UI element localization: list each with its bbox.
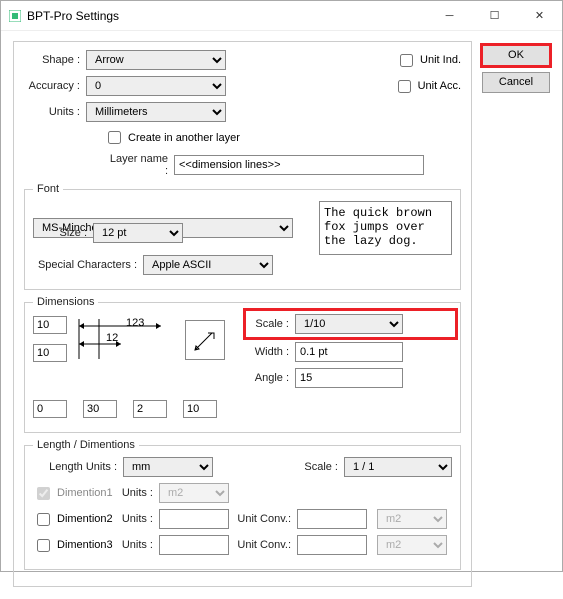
font-group: Font MS-Mincho The quick brown fox jumps…: [24, 183, 461, 290]
length-units-label: Length Units :: [33, 461, 123, 473]
len-scale-label: Scale :: [298, 461, 344, 473]
length-units-select[interactable]: mm: [123, 457, 213, 477]
font-legend: Font: [33, 183, 63, 195]
dim-v1-input[interactable]: [33, 316, 67, 334]
length-group: Length / Dimentions Length Units : mm Sc…: [24, 439, 461, 570]
d3-conv-input[interactable]: [297, 535, 367, 555]
window-controls: ─ ☐ ✕: [427, 1, 562, 30]
dim-b4-input[interactable]: [183, 400, 217, 418]
dimention1-checkbox: Dimention1: [33, 484, 121, 503]
width-label: Width :: [249, 346, 295, 358]
length-legend: Length / Dimentions: [33, 439, 139, 451]
d2-conv-input[interactable]: [297, 509, 367, 529]
cancel-button[interactable]: Cancel: [482, 72, 550, 93]
layer-name-label: Layer name :: [104, 153, 174, 177]
close-button[interactable]: ✕: [517, 1, 562, 30]
width-input[interactable]: [295, 342, 403, 362]
d3-m2-select: m2: [377, 535, 447, 555]
app-icon: [9, 10, 21, 22]
create-layer-checkbox[interactable]: Create in another layer: [104, 128, 240, 147]
dim-b3-input[interactable]: [133, 400, 167, 418]
font-size-select[interactable]: 12 pt: [93, 223, 183, 243]
spchar-label: Special Characters :: [33, 259, 143, 271]
dimensions-group: Dimensions 123 12: [24, 296, 461, 433]
minimize-button[interactable]: ─: [427, 1, 472, 30]
scale-label: Scale :: [249, 318, 295, 330]
angle-input[interactable]: [295, 368, 403, 388]
accuracy-label: Accuracy :: [24, 80, 86, 92]
window-title: BPT-Pro Settings: [27, 9, 427, 23]
side-buttons: OK Cancel: [482, 41, 550, 587]
ok-button[interactable]: OK: [482, 45, 550, 66]
dimension-diagram: 123 12: [71, 314, 171, 364]
dimention3-checkbox[interactable]: Dimention3: [33, 536, 121, 555]
d1-units-select: m2: [159, 483, 229, 503]
arrow-style-preview: [185, 320, 225, 360]
shape-select[interactable]: Arrow: [86, 50, 226, 70]
dim-v2-input[interactable]: [33, 344, 67, 362]
spchar-select[interactable]: Apple ASCII: [143, 255, 273, 275]
app-window: BPT-Pro Settings ─ ☐ ✕ Shape : Arrow Uni…: [0, 0, 563, 572]
svg-text:123: 123: [126, 317, 144, 329]
len-scale-select[interactable]: 1 / 1: [344, 457, 452, 477]
unit-ind-checkbox[interactable]: Unit Ind.: [396, 51, 461, 70]
d2-m2-select: m2: [377, 509, 447, 529]
shape-label: Shape :: [24, 54, 86, 66]
font-size-label: Size :: [33, 227, 93, 239]
angle-label: Angle :: [249, 372, 295, 384]
layer-name-input[interactable]: [174, 155, 424, 175]
font-preview: The quick brown fox jumps over the lazy …: [319, 201, 452, 255]
dim-b2-input[interactable]: [83, 400, 117, 418]
accuracy-select[interactable]: 0: [86, 76, 226, 96]
settings-panel: Shape : Arrow Unit Ind. Accuracy : 0 Uni…: [13, 41, 472, 587]
titlebar: BPT-Pro Settings ─ ☐ ✕: [1, 1, 562, 31]
d3-units-input[interactable]: [159, 535, 229, 555]
d2-units-input[interactable]: [159, 509, 229, 529]
units-label: Units :: [24, 106, 86, 118]
units-select[interactable]: Millimeters: [86, 102, 226, 122]
unit-acc-checkbox[interactable]: Unit Acc.: [394, 77, 461, 96]
dimention2-checkbox[interactable]: Dimention2: [33, 510, 121, 529]
window-body: Shape : Arrow Unit Ind. Accuracy : 0 Uni…: [1, 31, 562, 599]
scale-select[interactable]: 1/10: [295, 314, 403, 334]
maximize-button[interactable]: ☐: [472, 1, 517, 30]
dim-b1-input[interactable]: [33, 400, 67, 418]
dimensions-legend: Dimensions: [33, 296, 98, 308]
